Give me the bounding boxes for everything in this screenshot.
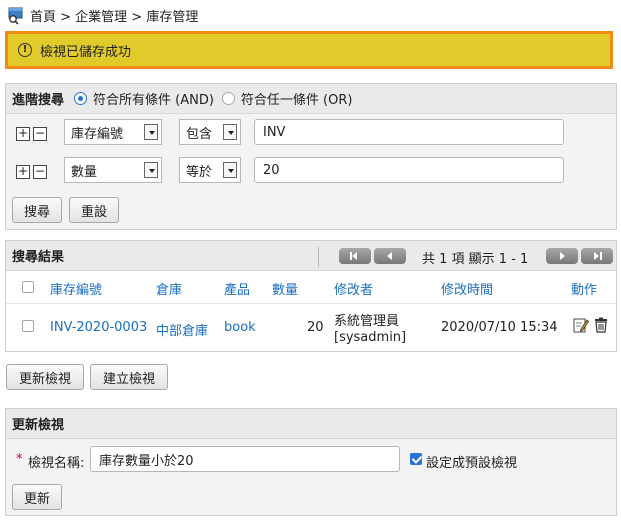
required-mark: *	[16, 452, 23, 467]
col-modified-time[interactable]: 修改時間	[441, 279, 493, 298]
advanced-search-panel: 進階搜尋 符合所有條件 (AND) 符合任一條件 (OR) + − 庫存編號 包…	[5, 83, 617, 230]
next-page-icon[interactable]	[546, 248, 578, 264]
inventory-no-link[interactable]: INV-2020-0003	[50, 320, 147, 335]
modified-time-cell: 2020/07/10 15:34	[441, 320, 558, 335]
criteria-row: + −	[16, 157, 50, 187]
update-button[interactable]: 更新	[12, 484, 62, 510]
delete-icon[interactable]	[593, 317, 609, 333]
update-view-title: 更新檢視	[12, 418, 65, 433]
default-view-checkbox[interactable]	[410, 453, 422, 465]
search-button[interactable]: 搜尋	[12, 197, 62, 223]
col-product[interactable]: 產品	[224, 279, 250, 298]
quantity-cell: 20	[307, 320, 324, 335]
col-quantity[interactable]: 數量	[272, 279, 298, 298]
pager-text: 共 1 項 顯示 1 - 1	[422, 252, 529, 267]
default-view-label: 設定成預設檢視	[426, 456, 518, 471]
col-action: 動作	[571, 283, 598, 298]
operator-select[interactable]: 等於	[179, 157, 241, 183]
reset-button[interactable]: 重設	[69, 197, 119, 223]
results-title: 搜尋結果	[12, 250, 65, 265]
match-any-label: 符合任一條件 (OR)	[240, 93, 353, 108]
inventory-icon	[6, 5, 26, 25]
modifier-name: 系統管理員	[334, 314, 400, 329]
create-view-button[interactable]: 建立檢視	[90, 364, 168, 390]
success-alert: ! 檢視已儲存成功	[5, 31, 613, 69]
remove-criteria-icon[interactable]: −	[33, 165, 47, 179]
edit-icon[interactable]	[573, 317, 590, 333]
view-name-label: 檢視名稱:	[28, 456, 85, 471]
chevron-down-icon	[223, 162, 237, 178]
operator-select-value: 包含	[186, 126, 213, 142]
update-view-panel: 更新檢視 * 檢視名稱: 庫存數量小於20 設定成預設檢視 更新	[5, 408, 617, 516]
product-link[interactable]: book	[224, 320, 256, 335]
alert-message: 檢視已儲存成功	[40, 44, 132, 60]
chevron-down-icon	[144, 124, 158, 140]
view-name-input[interactable]: 庫存數量小於20	[90, 446, 400, 472]
row-checkbox[interactable]	[22, 320, 34, 332]
criteria-value-input[interactable]: 20	[254, 157, 564, 183]
remove-criteria-icon[interactable]: −	[33, 127, 47, 141]
modifier-account: [sysadmin]	[334, 330, 407, 345]
add-criteria-icon[interactable]: +	[16, 127, 30, 141]
info-icon: !	[18, 43, 32, 57]
match-any-radio[interactable]: 符合任一條件 (OR)	[221, 89, 353, 108]
view-name-value: 庫存數量小於20	[99, 453, 194, 469]
criteria-value: INV	[263, 124, 286, 140]
breadcrumb-text[interactable]: 首頁 > 企業管理 > 庫存管理	[30, 6, 198, 25]
radio-selected-icon	[74, 92, 88, 105]
criteria-value: 20	[263, 162, 280, 178]
warehouse-link[interactable]: 中部倉庫	[156, 320, 208, 339]
field-select-value: 數量	[71, 164, 98, 180]
operator-select-value: 等於	[186, 164, 213, 180]
first-page-icon[interactable]	[339, 248, 371, 264]
match-all-label: 符合所有條件 (AND)	[93, 93, 214, 108]
update-view-header: 更新檢視	[6, 409, 616, 439]
field-select-value: 庫存編號	[71, 126, 124, 142]
divider	[318, 247, 319, 267]
col-modifier[interactable]: 修改者	[334, 279, 373, 298]
results-panel: 搜尋結果 共 1 項 顯示 1 - 1 庫存編號 倉庫 產品 數量 修改者 修改…	[5, 240, 617, 352]
criteria-row: + −	[16, 119, 50, 149]
field-select[interactable]: 庫存編號	[64, 119, 162, 145]
select-all-checkbox[interactable]	[22, 281, 34, 293]
advanced-search-header: 進階搜尋 符合所有條件 (AND) 符合任一條件 (OR)	[6, 84, 616, 114]
last-page-icon[interactable]	[581, 248, 613, 264]
chevron-down-icon	[223, 124, 237, 140]
chevron-down-icon	[144, 162, 158, 178]
criteria-value-input[interactable]: INV	[254, 119, 564, 145]
table-row: INV-2020-0003 中部倉庫 book 20 系統管理員 [sysadm…	[6, 303, 616, 351]
match-all-radio[interactable]: 符合所有條件 (AND)	[74, 89, 214, 108]
field-select[interactable]: 數量	[64, 157, 162, 183]
operator-select[interactable]: 包含	[179, 119, 241, 145]
advanced-search-title: 進階搜尋	[12, 93, 65, 108]
results-header: 搜尋結果 共 1 項 顯示 1 - 1	[6, 241, 616, 271]
prev-page-icon[interactable]	[374, 248, 406, 264]
add-criteria-icon[interactable]: +	[16, 165, 30, 179]
col-warehouse[interactable]: 倉庫	[156, 279, 182, 298]
breadcrumb: 首頁 > 企業管理 > 庫存管理	[6, 4, 198, 26]
update-view-button[interactable]: 更新檢視	[6, 364, 84, 390]
col-inventory-no[interactable]: 庫存編號	[50, 279, 102, 298]
radio-unselected-icon	[221, 92, 235, 105]
